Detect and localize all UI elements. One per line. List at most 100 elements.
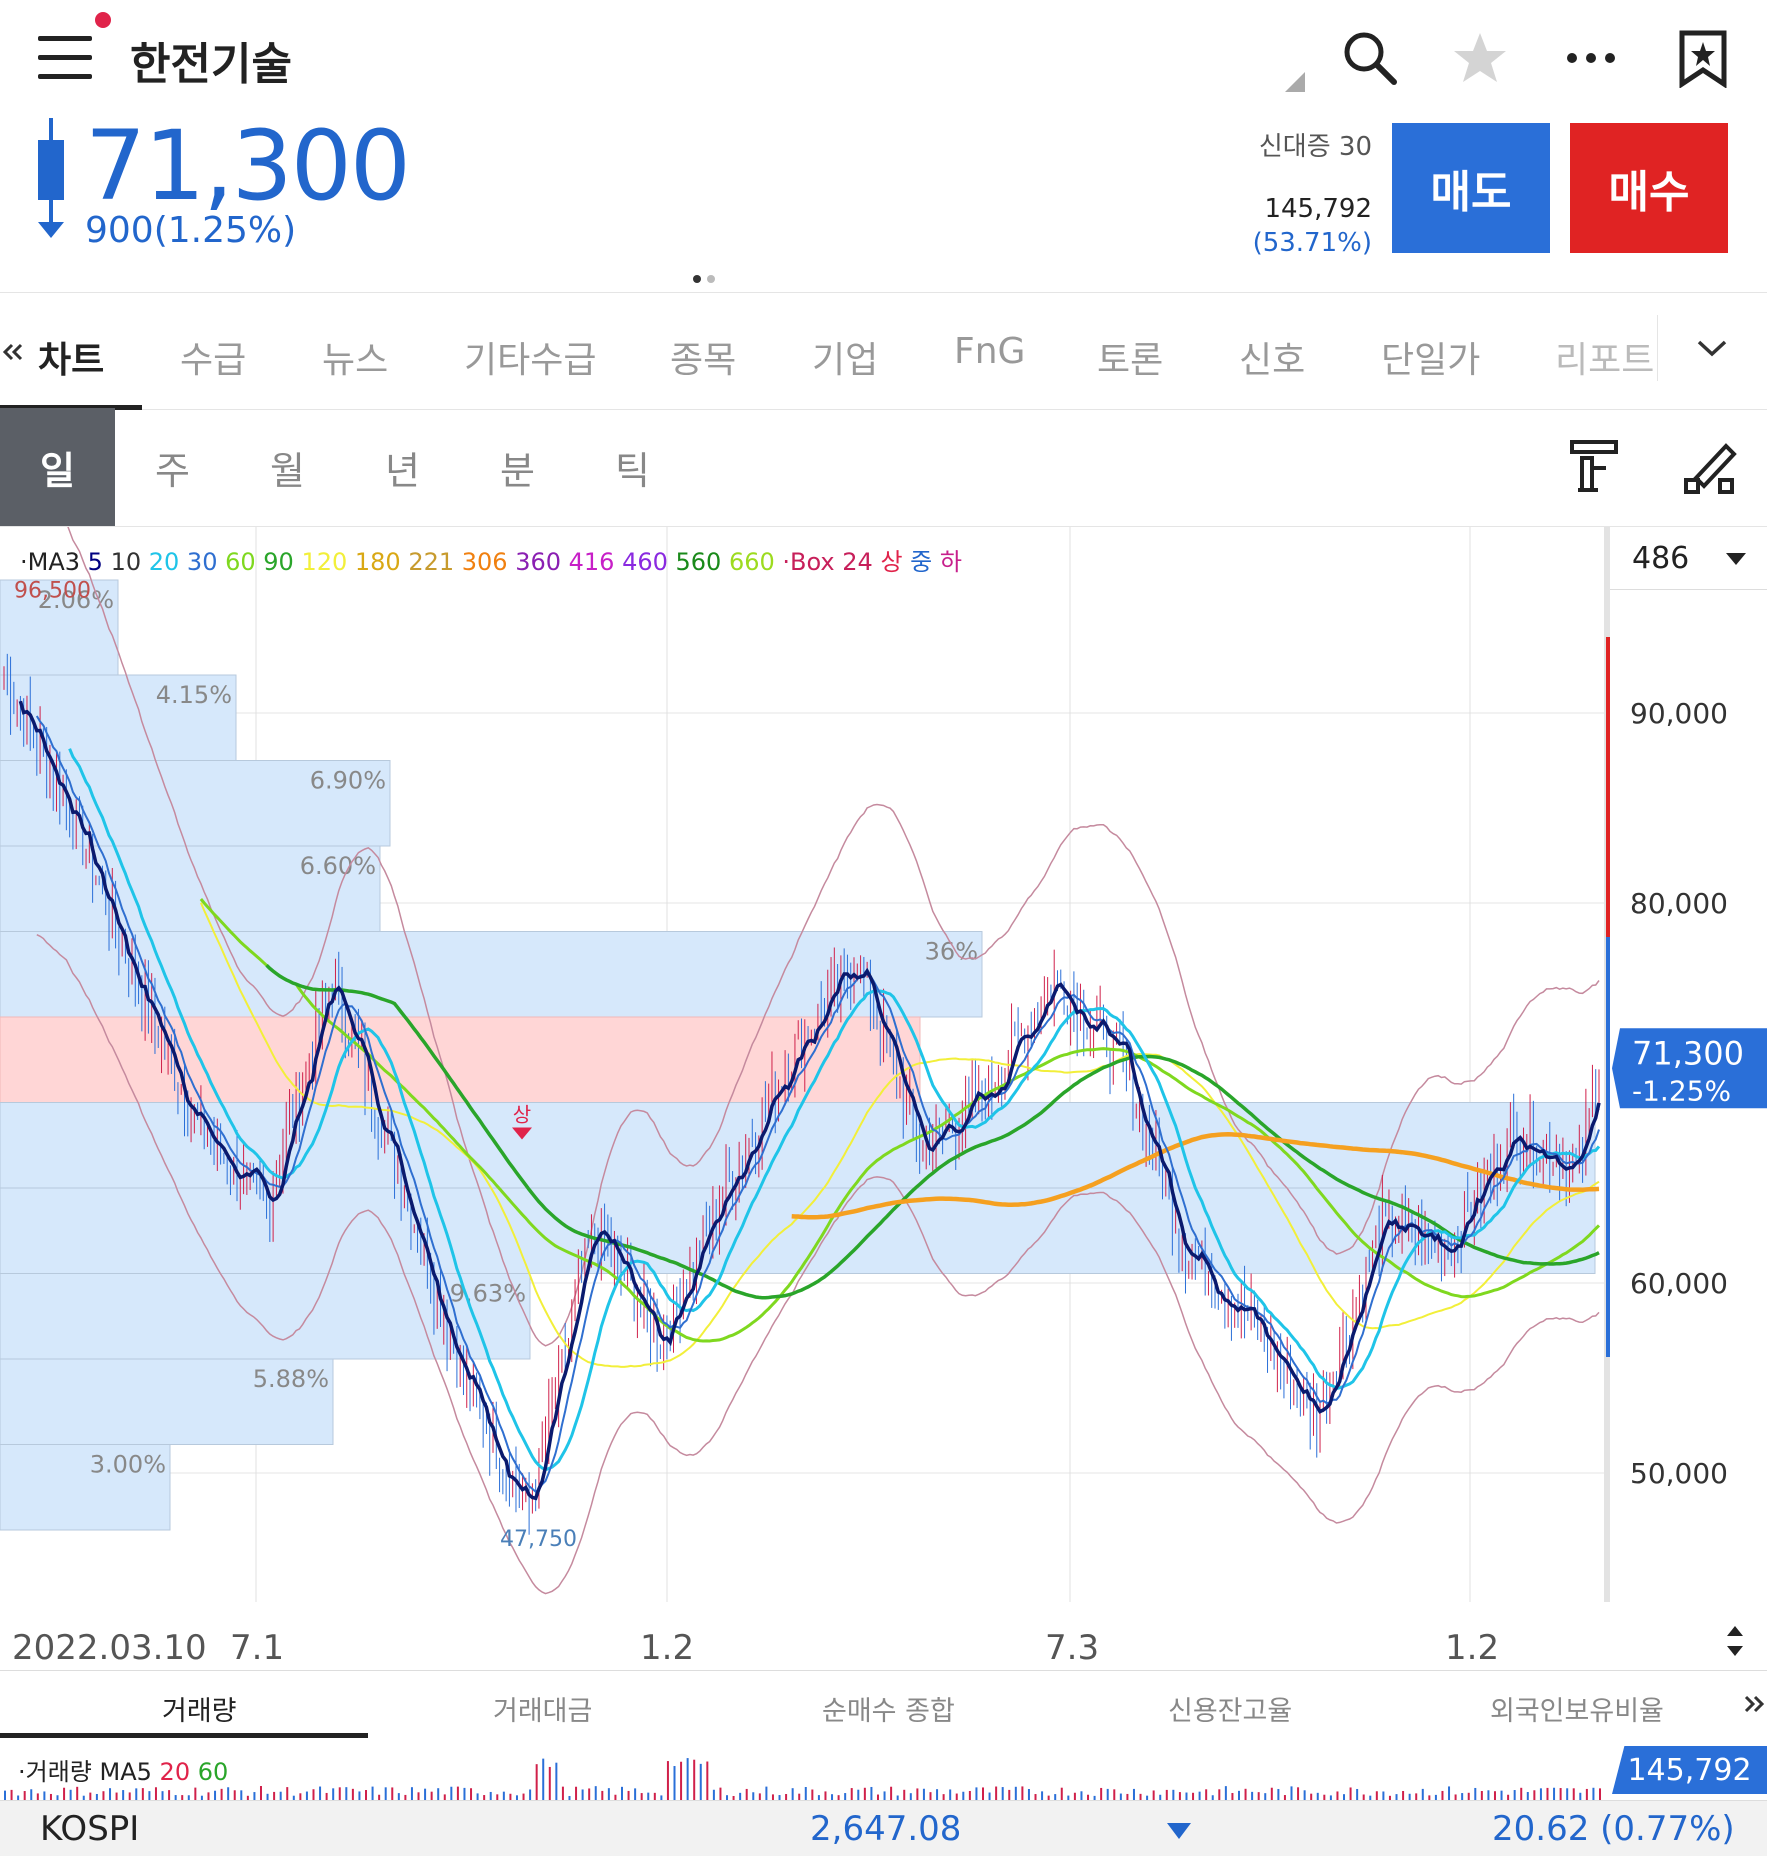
period-week[interactable]: 주	[115, 408, 230, 526]
legend-box-item: 하	[939, 548, 962, 576]
volume-bar	[141, 1788, 144, 1800]
dropdown-arrow-icon	[1726, 553, 1746, 565]
volume-bar	[752, 1792, 755, 1800]
scroll-right-icon[interactable]	[1743, 1695, 1767, 1713]
volume-bar	[962, 1791, 965, 1800]
stock-header: 한전기술 71,300 900(1.25%) 신대증 30 145,792 (5…	[0, 0, 1767, 290]
search-icon[interactable]	[1340, 28, 1398, 86]
price-chart[interactable]: 2.06% 4.15% 6.90% 6.60% 36% 9.63% 5.88% 3.00% 96…	[0, 527, 1767, 1602]
volume-bar	[338, 1787, 341, 1800]
volume-bar	[1513, 1790, 1516, 1800]
volume-ratio: (53.71%)	[1252, 228, 1372, 258]
tab-forum[interactable]: 토론	[1097, 331, 1163, 383]
bookmark-icon[interactable]	[1678, 30, 1728, 88]
period-tick[interactable]: 틱	[575, 408, 690, 526]
corner-mark-icon	[1285, 72, 1305, 92]
buy-button[interactable]: 매수	[1570, 123, 1728, 253]
itab-volume[interactable]: 거래량	[162, 1689, 237, 1728]
chart-canvas[interactable]: 2.06%4.15%6.90%6.60%36%9.63%5.88%3.00%96…	[0, 527, 1767, 1602]
volume-bar	[1539, 1788, 1542, 1800]
volume-bar	[43, 1791, 46, 1800]
volume-bar	[319, 1786, 322, 1800]
volume-bar	[699, 1763, 702, 1800]
period-minute[interactable]: 분	[460, 408, 575, 526]
tab-fng[interactable]: FnG	[954, 331, 1025, 372]
sell-button[interactable]: 매도	[1392, 123, 1550, 253]
volume-bar	[299, 1793, 302, 1800]
volume-bar	[542, 1758, 545, 1800]
itab-credit-balance[interactable]: 신용잔고율	[1168, 1689, 1292, 1728]
volume-bar	[23, 1791, 26, 1800]
index-name: KOSPI	[40, 1809, 140, 1849]
volume-bar	[929, 1792, 932, 1800]
tab-chart[interactable]: 차트	[38, 331, 104, 383]
tab-other-supply[interactable]: 기타수급	[464, 331, 596, 383]
period-year[interactable]: 년	[345, 408, 460, 526]
volume-bar	[634, 1788, 637, 1800]
volume-bar	[1008, 1789, 1011, 1800]
volume-bar	[811, 1789, 814, 1800]
volume-bar	[476, 1793, 479, 1800]
volume-chart[interactable]: ·거래량 MA5 20 60 145,792	[0, 1738, 1767, 1800]
volume-bar	[1205, 1789, 1208, 1800]
volume-ma-list: 20 60	[160, 1758, 229, 1786]
tab-company[interactable]: 기업	[812, 331, 878, 383]
volume-bar	[154, 1787, 157, 1800]
itab-foreign-ratio[interactable]: 외국인보유비율	[1490, 1689, 1664, 1728]
volume-bar	[1441, 1790, 1444, 1800]
tab-supply[interactable]: 수급	[180, 331, 246, 383]
last-change-label: -1.25%	[1632, 1074, 1731, 1107]
scroll-updown-icon[interactable]	[1725, 1624, 1745, 1658]
legend-prefix: ·MA3	[20, 548, 81, 576]
volume-bar	[437, 1788, 440, 1800]
x-axis-label: 1.2	[640, 1628, 695, 1668]
chevron-down-icon[interactable]	[1696, 339, 1728, 359]
volume-bar	[1060, 1787, 1063, 1800]
itab-net-buy[interactable]: 순매수 종합	[822, 1689, 955, 1728]
volume-bar	[936, 1789, 939, 1800]
box-percent-label: 6.60%	[300, 852, 376, 880]
volume-bar	[883, 1791, 886, 1800]
tab-single-price[interactable]: 단일가	[1381, 331, 1480, 383]
y-axis-label: 90,000	[1630, 697, 1728, 730]
period-month[interactable]: 월	[230, 408, 345, 526]
bars-count-selector[interactable]: 486	[1610, 527, 1767, 590]
itab-trade-amount[interactable]: 거래대금	[493, 1689, 592, 1728]
legend-ma-list: 5 10 20 30 60 90 120 180 221 306 360 416…	[88, 548, 783, 576]
volume-bar	[1553, 1787, 1556, 1800]
volume-bar	[135, 1788, 138, 1800]
tab-stock[interactable]: 종목	[670, 331, 736, 383]
volume-bar	[4, 1790, 6, 1800]
volume-bar	[1224, 1786, 1227, 1800]
volume-bar	[890, 1786, 893, 1800]
page-indicator	[690, 268, 718, 287]
volume-bar	[863, 1787, 866, 1800]
legend-ma-item: 306	[461, 548, 516, 576]
box-percent-label: 36%	[925, 938, 978, 966]
menu-icon[interactable]	[38, 36, 94, 80]
favorite-star-icon[interactable]	[1452, 30, 1508, 86]
volume-bar	[758, 1793, 761, 1800]
volume-bar	[1493, 1791, 1496, 1800]
volume-bar	[1566, 1788, 1569, 1800]
volume-bar	[1467, 1792, 1470, 1800]
indicator-settings-icon[interactable]	[1568, 438, 1620, 496]
volume-bar	[745, 1788, 748, 1800]
volume-bar	[220, 1788, 223, 1800]
volume-bar	[1520, 1787, 1523, 1800]
tab-signal[interactable]: 신호	[1239, 331, 1305, 383]
tab-news[interactable]: 뉴스	[322, 331, 388, 383]
volume-bar	[63, 1787, 66, 1800]
volume-bar	[128, 1792, 131, 1800]
period-day[interactable]: 일	[0, 408, 115, 526]
more-icon[interactable]	[1566, 52, 1616, 64]
index-ticker[interactable]: KOSPI 2,647.08 20.62 (0.77%)	[0, 1800, 1767, 1856]
volume-bar	[410, 1787, 413, 1800]
chart-legend[interactable]: ·MA3 5 10 20 30 60 90 120 180 221 306 36…	[20, 542, 962, 577]
scroll-left-icon[interactable]	[2, 343, 24, 361]
volume-bar	[240, 1790, 243, 1800]
indicator-tab-bar: 거래량 거래대금 순매수 종합 신용잔고율 외국인보유비율	[0, 1670, 1767, 1738]
tab-report[interactable]: 리포트	[1555, 331, 1655, 383]
drawing-tool-icon[interactable]	[1682, 438, 1738, 496]
volume-bar	[430, 1791, 433, 1800]
